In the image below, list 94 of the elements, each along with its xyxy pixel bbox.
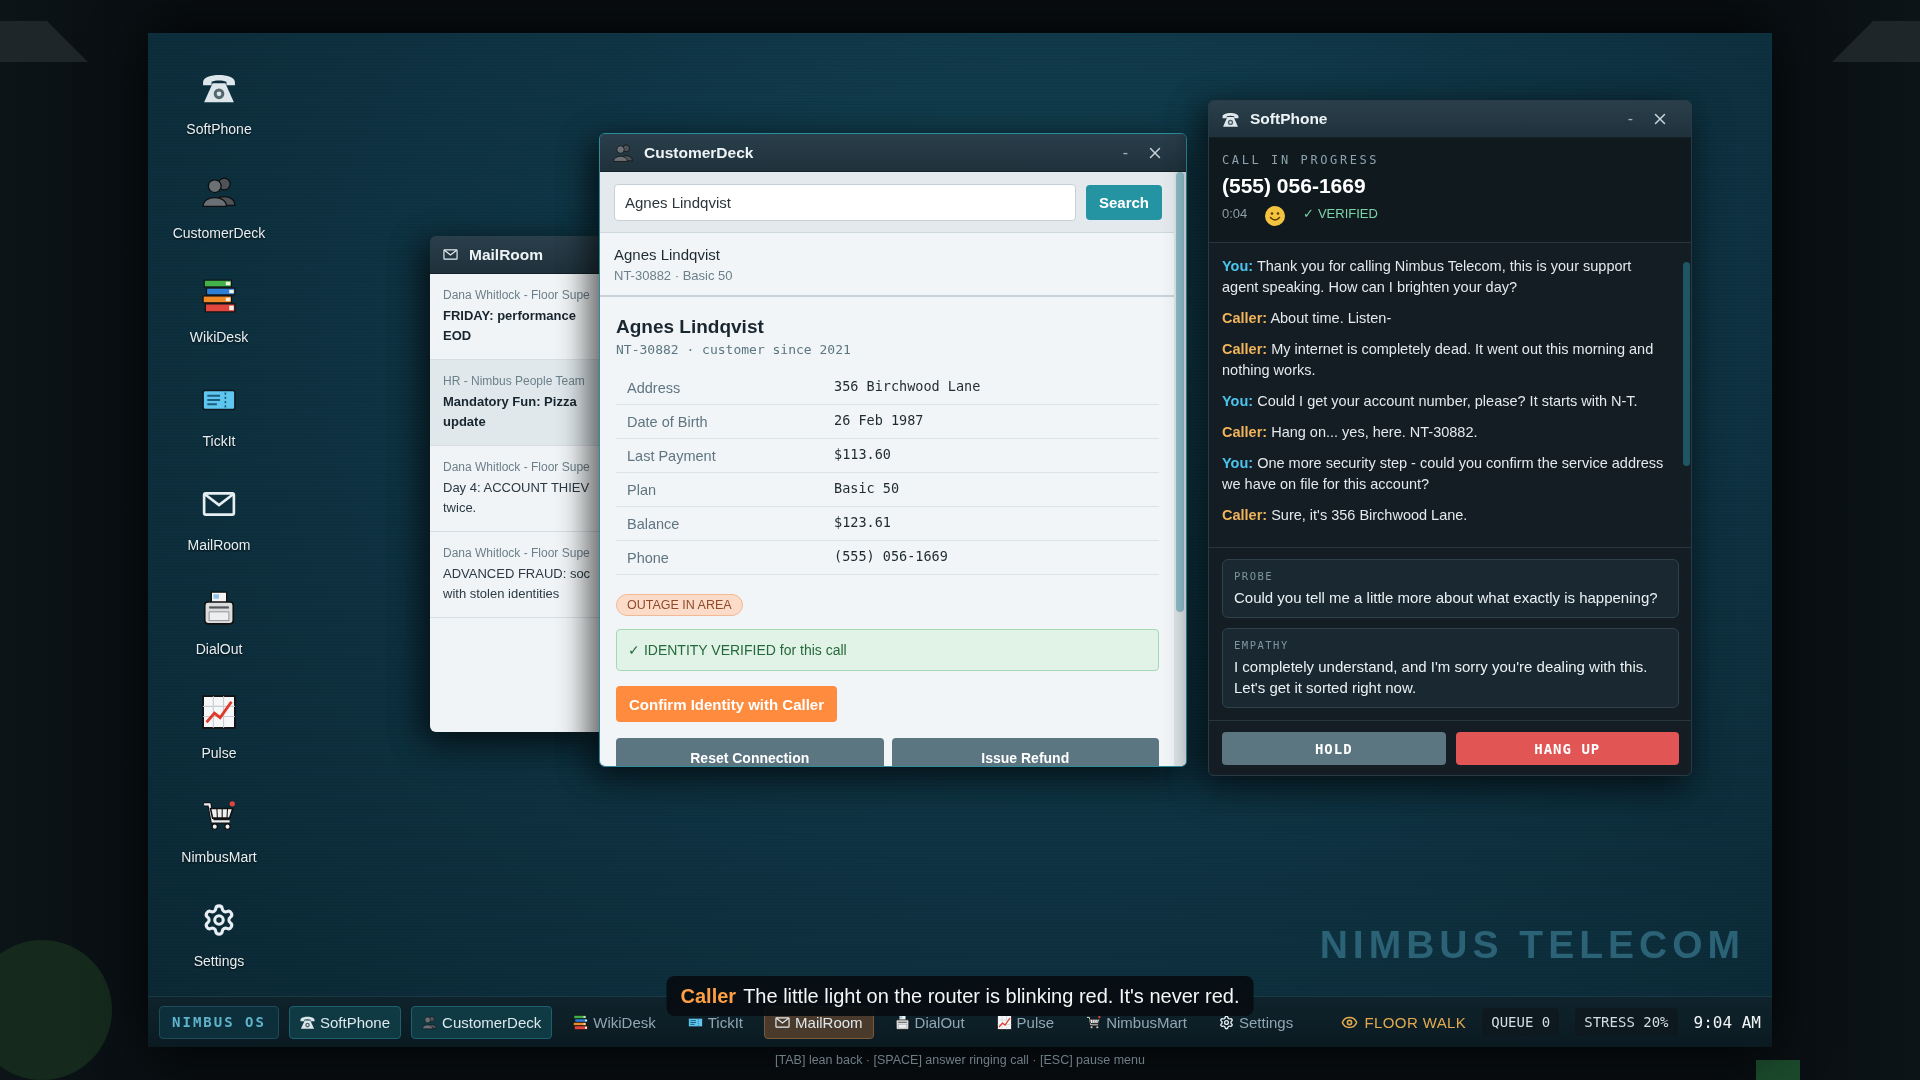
- books-icon: [573, 1014, 589, 1030]
- mail-item[interactable]: Dana Whitlock - Floor Supe ADVANCED FRAUD: soc with stolen identities: [430, 532, 599, 618]
- desktop-shortcut[interactable]: Settings: [193, 903, 245, 970]
- call-status: CALL IN PROGRESS: [1222, 152, 1381, 168]
- wallpaper-text: NIMBUS TELECOM: [1319, 922, 1745, 968]
- desktop-shortcut[interactable]: NimbusMart: [181, 799, 257, 866]
- smiley-icon: [1265, 206, 1286, 226]
- desktop-shortcut[interactable]: WikiDesk: [189, 279, 249, 346]
- action-button[interactable]: Reset Connection: [616, 738, 884, 766]
- mail-subject: Mandatory Fun: Pizza update: [443, 393, 578, 431]
- customer-name: Agnes Lindqvist: [616, 315, 764, 339]
- window-title: CustomerDeck: [644, 143, 754, 162]
- phone-icon: [300, 1014, 315, 1030]
- key-hint: [TAB] lean back · [SPACE] answer ringing call · [ESC] pause menu: [775, 1052, 1145, 1068]
- call-timer: 0:04: [1222, 205, 1248, 221]
- desktop-shortcut[interactable]: Pulse: [201, 695, 237, 762]
- reply-option[interactable]: EMPATHY I completely understand, and I'm sorry you're dealing with this. Let's get it sorted right now.: [1222, 628, 1679, 708]
- books-icon: [202, 279, 236, 313]
- field-label: Plan: [627, 481, 657, 498]
- transcript-line: Caller: Sure, it's 356 Birchwood Lane.: [1222, 506, 1469, 525]
- scrollbar-thumb[interactable]: [1683, 262, 1690, 466]
- settings-icon: [1219, 1014, 1234, 1030]
- hold-button[interactable]: HOLD: [1222, 732, 1446, 765]
- transcript-line: Caller: Hang on... yes, here. NT-30882.: [1222, 423, 1479, 442]
- taskbar-app[interactable]: WikiDesk: [562, 1005, 667, 1039]
- subtitle-toast: Caller The little light on the router is blinking red. It's never red.: [666, 976, 1254, 1016]
- field-label: Phone: [627, 549, 669, 566]
- envelope-icon: [443, 247, 458, 262]
- cart-icon: [1086, 1014, 1102, 1030]
- transcript-line: Caller: My internet is completely dead. It went out this morning and nothing works.: [1222, 340, 1655, 380]
- customer-meta: NT-30882 · customer since 2021: [616, 341, 851, 359]
- mail-sender: Dana Whitlock - Floor Supe: [443, 545, 591, 562]
- field-label: Last Payment: [627, 447, 716, 464]
- queue-counter: QUEUE 0: [1482, 1008, 1560, 1036]
- taskbar-app[interactable]: SoftPhone: [289, 1005, 402, 1039]
- field-value: Basic 50: [834, 479, 900, 496]
- transcript-line: You: One more security step - could you confirm the service address we have on file for this account?: [1222, 454, 1665, 494]
- mail-item[interactable]: HR - Nimbus People Team Mandatory Fun: Pizza update: [430, 360, 599, 446]
- field-value: 356 Birchwood Lane: [834, 377, 981, 394]
- fax-icon: [202, 591, 236, 625]
- field-label: Address: [627, 379, 681, 396]
- search-field[interactable]: Agnes Lindqvist: [614, 184, 1076, 221]
- taskbar-app[interactable]: CustomerDeck: [411, 1005, 553, 1039]
- verification-banner: ✓ IDENTITY VERIFIED for this call: [616, 629, 1159, 671]
- field-value: 26 Feb 1987: [834, 411, 924, 428]
- mail-item[interactable]: Dana Whitlock - Floor Supe Day 4: ACCOUNT THIEV twice.: [430, 446, 599, 532]
- minimize-button[interactable]: -: [1118, 142, 1132, 163]
- desktop-shortcut[interactable]: CustomerDeck: [172, 175, 266, 242]
- desk-item-drawing: [1756, 1060, 1800, 1080]
- chart-icon: [202, 695, 236, 729]
- stress-readout: STRESS 20%: [1575, 1008, 1678, 1036]
- clock: 9:04 AM: [1693, 1012, 1761, 1032]
- start-button[interactable]: NIMBUS OS: [159, 1005, 279, 1039]
- scrollbar-track[interactable]: [1174, 172, 1186, 766]
- cart-icon: [202, 799, 236, 833]
- mail-sender: HR - Nimbus People Team: [443, 373, 586, 390]
- field-label: Date of Birth: [627, 413, 708, 430]
- settings-icon: [202, 903, 236, 937]
- people-icon: [422, 1014, 438, 1030]
- minimize-button[interactable]: -: [1623, 109, 1637, 129]
- window-title: MailRoom: [469, 245, 544, 264]
- fax-icon: [894, 1014, 910, 1030]
- desktop-shortcut[interactable]: TickIt: [202, 383, 236, 450]
- scrollbar-thumb[interactable]: [1176, 172, 1184, 612]
- field-value: $113.60: [834, 445, 891, 462]
- field-value: (555) 056-1669: [834, 547, 948, 564]
- verified-status: ✓ VERIFIED: [1303, 205, 1378, 221]
- desktop-shortcut[interactable]: DialOut: [195, 591, 243, 658]
- result-name: Agnes Lindqvist: [614, 245, 721, 265]
- field-label: Balance: [627, 515, 680, 532]
- status-tag: OUTAGE IN AREA: [616, 594, 743, 616]
- phone-number: (555) 056-1669: [1222, 173, 1367, 199]
- transcript-line: You: Could I get your account number, please? It starts with N-T.: [1222, 392, 1639, 411]
- envelope-icon: [775, 1014, 791, 1030]
- people-icon: [613, 142, 633, 163]
- window-title: SoftPhone: [1250, 110, 1328, 128]
- mail-subject: FRIDAY: performance EOD: [443, 307, 577, 345]
- transcript-line: You: Thank you for calling Nimbus Telecom, this is your support agent speaking. How can I brighten your day?: [1222, 257, 1633, 297]
- mail-sender: Dana Whitlock - Floor Supe: [443, 287, 591, 304]
- mail-subject: Day 4: ACCOUNT THIEV twice.: [443, 479, 591, 517]
- result-meta: NT-30882 · Basic 50: [614, 267, 734, 285]
- phone-icon: [1222, 110, 1239, 128]
- desktop-shortcut[interactable]: SoftPhone: [186, 71, 252, 138]
- action-button[interactable]: Issue Refund: [891, 738, 1159, 766]
- hang-up-button[interactable]: HANG UP: [1455, 732, 1679, 765]
- transcript-line: Caller: About time. Listen-: [1222, 309, 1393, 328]
- people-icon: [202, 175, 236, 209]
- field-value: $123.61: [834, 513, 891, 530]
- mail-subject: ADVANCED FRAUD: soc with stolen identities: [443, 565, 592, 603]
- desktop-shortcut[interactable]: MailRoom: [187, 487, 251, 554]
- mail-sender: Dana Whitlock - Floor Supe: [443, 459, 591, 476]
- floor-walk-button[interactable]: FLOOR WALK: [1341, 1013, 1467, 1031]
- reply-option[interactable]: PROBE Could you tell me a little more about what exactly is happening?: [1222, 559, 1679, 618]
- search-button[interactable]: Search: [1086, 185, 1162, 220]
